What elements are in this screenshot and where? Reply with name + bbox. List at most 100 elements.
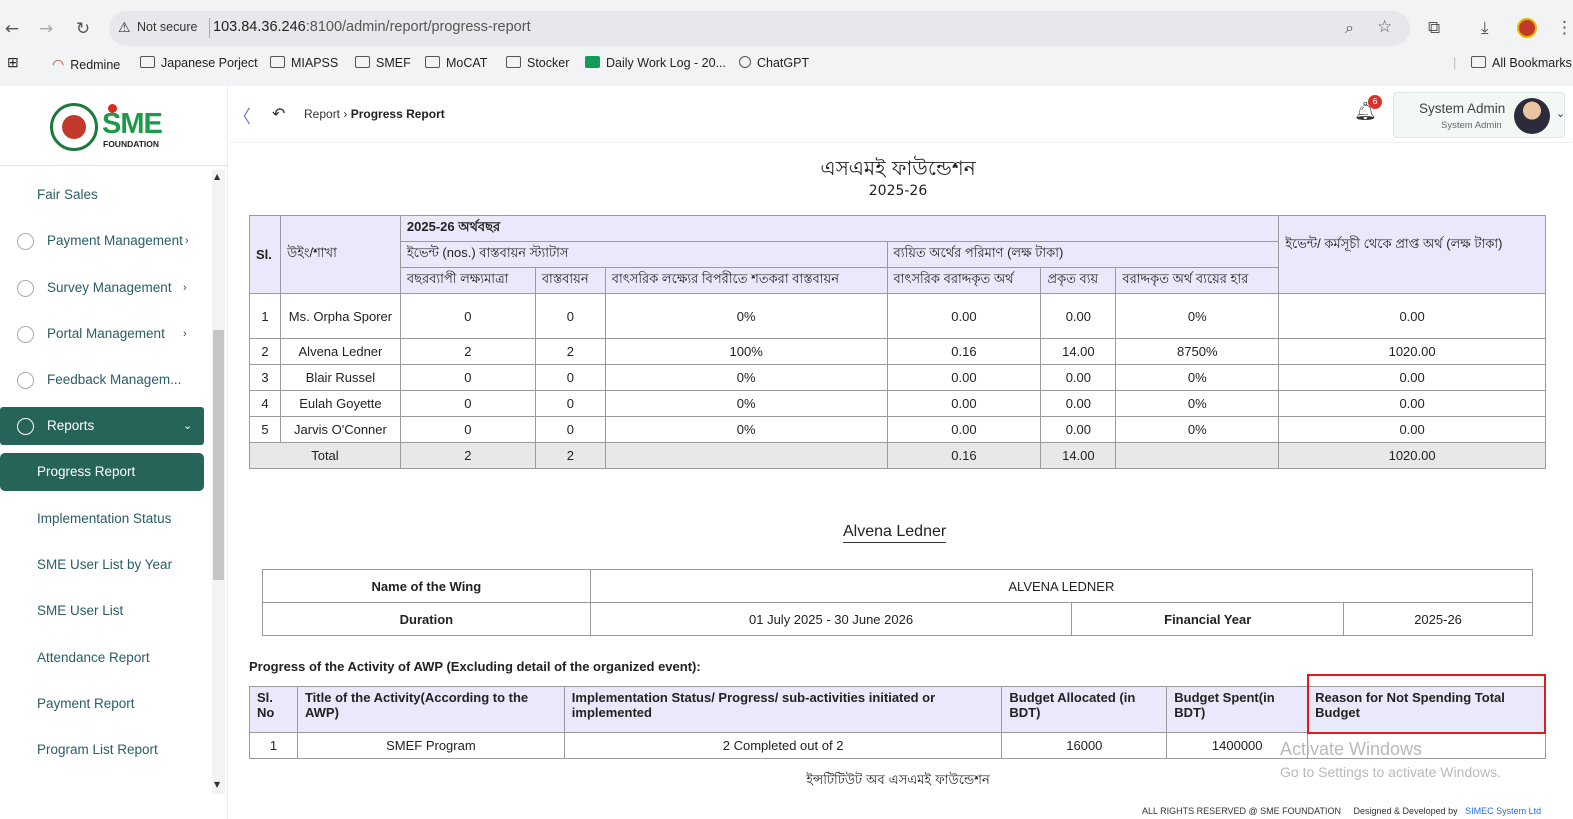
url-host: 103.84.36.246 bbox=[213, 19, 306, 35]
user-menu[interactable]: System Admin System Admin ⌄ bbox=[1393, 92, 1565, 138]
collapse-sidebar-icon[interactable]: 〈 bbox=[233, 103, 251, 129]
sidebar-item-sme-user-list-by-year[interactable]: SME User List by Year bbox=[0, 546, 204, 584]
sidebar-item-implementation-status[interactable]: Implementation Status bbox=[0, 500, 204, 538]
cell-target: 2 bbox=[399, 338, 536, 365]
sidebar-item-reports[interactable]: Reports ⌄ bbox=[0, 407, 204, 445]
header-alloc-rate: বরাদ্দকৃত অর্থ ব্যয়ের হার bbox=[1115, 267, 1280, 294]
browser-chrome: ← → ↻ ⚠ Not secure 103.84.36.246:8100/ad… bbox=[0, 0, 1573, 86]
bookmark-stocker[interactable]: Stocker bbox=[506, 56, 569, 70]
reports-icon bbox=[17, 418, 34, 435]
cell-target: 0 bbox=[399, 390, 536, 417]
cell-wing: Alvena Ledner bbox=[279, 338, 401, 365]
bookmark-japanese-project[interactable]: Japanese Porject bbox=[140, 56, 258, 70]
sidebar-item-feedback-management[interactable]: Feedback Managem... bbox=[0, 361, 204, 399]
cell-total-target: 2 bbox=[399, 442, 536, 469]
undo-back-icon[interactable]: ↶ bbox=[272, 104, 285, 123]
footer-company-link[interactable]: SIMEC System Ltd bbox=[1465, 806, 1541, 816]
sidebar-item-label: Feedback Managem... bbox=[47, 372, 182, 387]
total-row: Total 2 2 0.16 14.00 1020.00 bbox=[249, 442, 1546, 469]
avatar bbox=[1514, 98, 1550, 134]
bookmark-label: All Bookmarks bbox=[1492, 56, 1572, 70]
sidebar-item-program-list-report[interactable]: Program List Report bbox=[0, 731, 204, 769]
forward-arrow-icon[interactable]: → bbox=[35, 18, 57, 40]
warning-icon: ⚠ bbox=[118, 20, 131, 36]
sidebar-item-label: Program List Report bbox=[37, 742, 158, 757]
cell-received: 0.00 bbox=[1278, 364, 1546, 391]
sidebar-item-portal-management[interactable]: Portal Management › bbox=[0, 315, 204, 353]
download-icon[interactable]: ⤓ bbox=[1481, 18, 1489, 38]
url-path: :8100/admin/report/progress-report bbox=[305, 19, 531, 35]
cell-sl: 3 bbox=[249, 364, 281, 391]
sidebar-item-label: Survey Management bbox=[47, 280, 172, 295]
sidebar-item-survey-management[interactable]: Survey Management › bbox=[0, 269, 204, 307]
user-name: System Admin bbox=[1419, 101, 1506, 116]
bookmark-daily-work-log[interactable]: Daily Work Log - 20... bbox=[585, 56, 726, 70]
folder-icon bbox=[1471, 56, 1486, 68]
breadcrumb-report[interactable]: Report bbox=[304, 107, 340, 121]
cell-impl: 0 bbox=[534, 416, 606, 443]
sidebar-item-label: Portal Management bbox=[47, 326, 165, 341]
cell-target: 0 bbox=[399, 293, 536, 339]
cell-target: 0 bbox=[399, 416, 536, 443]
activity-section-title: Progress of the Activity of AWP (Excludi… bbox=[249, 659, 701, 674]
cell-sl: 2 bbox=[249, 338, 281, 365]
cell-total-alloc: 0.16 bbox=[886, 442, 1042, 469]
sidebar-item-attendance-report[interactable]: Attendance Report bbox=[0, 639, 204, 677]
chevron-down-icon: ⌄ bbox=[183, 420, 193, 432]
header-budget-allocated: Budget Allocated (in BDT) bbox=[1001, 686, 1168, 733]
report-year: 2025-26 bbox=[868, 183, 928, 199]
sidebar-item-label: Attendance Report bbox=[37, 650, 150, 665]
table-row: 2 Alvena Ledner 2 2 100% 0.16 14.00 8750… bbox=[249, 338, 1546, 365]
folder-icon bbox=[355, 56, 370, 68]
cell-wing: Jarvis O'Conner bbox=[279, 416, 401, 443]
header-event-status: ইভেন্ট (nos.) বাস্তবায়ন স্ট্যাটাস bbox=[399, 241, 888, 268]
cell-sl: 1 bbox=[249, 293, 281, 339]
cell-alloc: 0.00 bbox=[886, 293, 1042, 339]
sidebar-item-payment-report[interactable]: Payment Report bbox=[0, 685, 204, 723]
extensions-icon[interactable]: ⧉ bbox=[1428, 18, 1440, 38]
all-bookmarks[interactable]: All Bookmarks bbox=[1471, 56, 1572, 70]
cell-target: 0 bbox=[399, 364, 536, 391]
sidebar-scrollbar[interactable]: ▲ ▼ bbox=[212, 170, 225, 794]
cell-received: 0.00 bbox=[1278, 390, 1546, 417]
bookmark-miapss[interactable]: MIAPSS bbox=[270, 56, 338, 70]
security-label[interactable]: Not secure bbox=[137, 20, 197, 34]
cell-actual: 14.00 bbox=[1040, 338, 1117, 365]
sidebar-item-progress-report[interactable]: Progress Report bbox=[0, 453, 204, 491]
financial-year-value: 2025-26 bbox=[1343, 602, 1533, 636]
sidebar-item-sme-user-list[interactable]: SME User List bbox=[0, 592, 204, 630]
cell-wing: Blair Russel bbox=[279, 364, 401, 391]
bookmark-smef[interactable]: SMEF bbox=[355, 56, 411, 70]
cell-alloc: 0.00 bbox=[886, 364, 1042, 391]
browser-menu-icon[interactable]: ⋮ bbox=[1556, 18, 1573, 38]
sidebar-item-label: Reports bbox=[47, 418, 95, 433]
bookmark-redmine[interactable]: ◠ Redmine bbox=[52, 56, 120, 73]
header-pct-target: বাৎসরিক লক্ষ্যের বিপরীতে শতকরা বাস্তবায়… bbox=[604, 267, 888, 294]
feedback-icon bbox=[17, 372, 34, 389]
header-annual-target: বছরব্যাপী লক্ষ্যমাত্রা bbox=[399, 267, 536, 294]
bookmark-mocat[interactable]: MoCAT bbox=[425, 56, 487, 70]
cell-pct: 0% bbox=[604, 293, 888, 339]
folder-icon bbox=[270, 56, 285, 68]
address-bar[interactable]: ⚠ Not secure 103.84.36.246:8100/admin/re… bbox=[109, 11, 1410, 46]
footer-rights: ALL RIGHTS RESERVED @ SME FOUNDATION bbox=[1142, 806, 1342, 816]
reload-icon[interactable]: ↻ bbox=[72, 18, 94, 40]
cell-impl: 0 bbox=[534, 390, 606, 417]
header-activity-title: Title of the Activity(According to the A… bbox=[296, 686, 565, 733]
cell-rate: 0% bbox=[1115, 364, 1280, 391]
bookmark-chatgpt[interactable]: ChatGPT bbox=[739, 56, 809, 70]
zoom-icon[interactable]: ⌕ bbox=[1345, 18, 1354, 38]
cell-received: 1020.00 bbox=[1278, 338, 1546, 365]
cell-pct: 0% bbox=[604, 364, 888, 391]
table-row: 5 Jarvis O'Conner 0 0 0% 0.00 0.00 0% 0.… bbox=[249, 416, 1546, 443]
bookmark-label: SMEF bbox=[376, 56, 411, 70]
scrollbar-thumb[interactable] bbox=[213, 330, 224, 580]
bookmark-star-icon[interactable]: ☆ bbox=[1377, 17, 1392, 37]
sidebar-item-payment-management[interactable]: Payment Management › bbox=[0, 222, 204, 260]
logo-brand: SME bbox=[102, 108, 163, 140]
profile-avatar-icon[interactable] bbox=[1517, 18, 1537, 38]
url-text[interactable]: 103.84.36.246:8100/admin/report/progress… bbox=[213, 19, 531, 35]
back-arrow-icon[interactable]: ← bbox=[1, 18, 23, 40]
apps-grid-icon[interactable]: ⊞ bbox=[7, 54, 19, 71]
folder-icon bbox=[506, 56, 521, 68]
